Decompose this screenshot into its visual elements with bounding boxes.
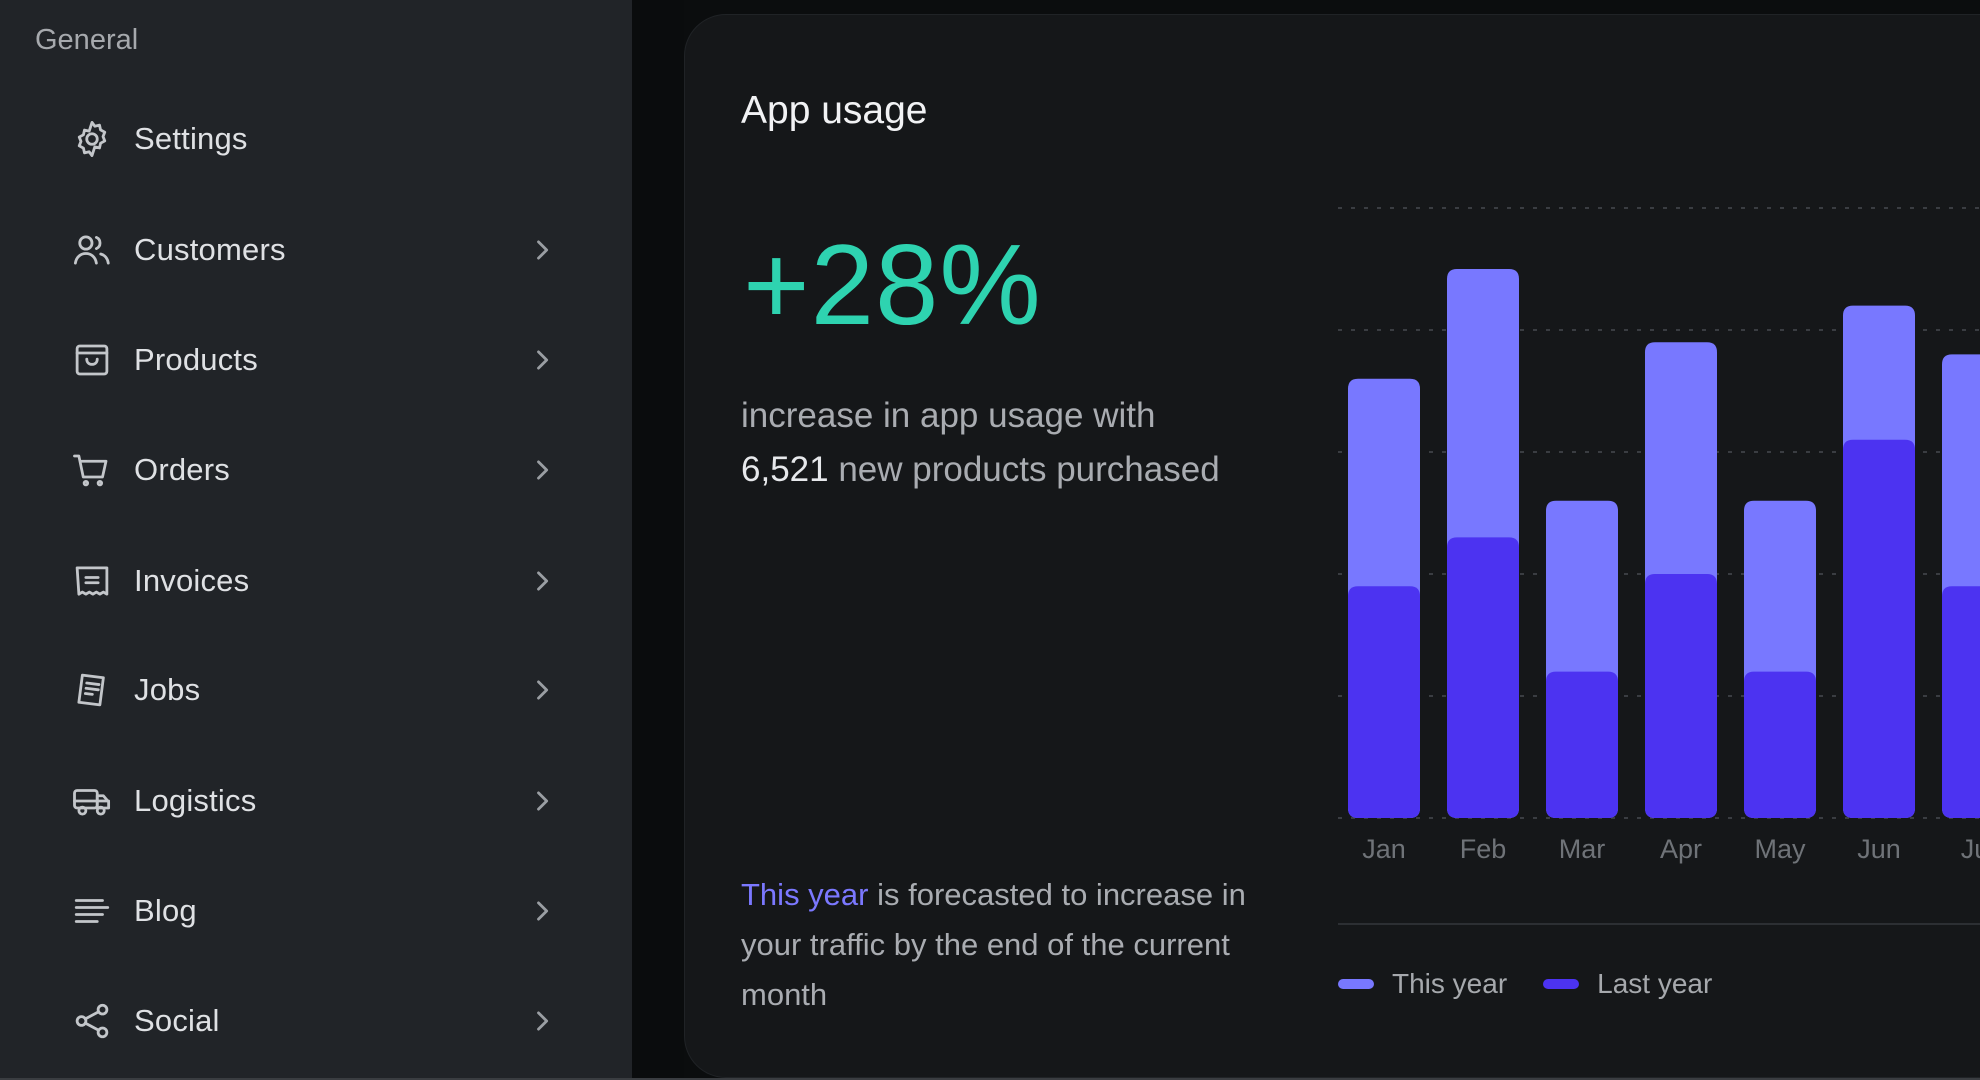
shopping-bag-icon	[70, 338, 114, 382]
usage-description: increase in app usage with 6,521 new pro…	[741, 389, 1321, 497]
bar-last-year-feb[interactable]	[1447, 537, 1519, 818]
sidebar-item-label: Customers	[134, 232, 286, 267]
sidebar-item-jobs[interactable]: Jobs	[0, 645, 632, 735]
forecast-text: This year is forecasted to increase in y…	[741, 870, 1301, 1020]
x-tick-label: May	[1754, 834, 1806, 864]
share-icon	[70, 999, 114, 1043]
sidebar-item-label: Logistics	[134, 783, 257, 818]
chevron-right-icon[interactable]	[528, 456, 556, 484]
products-count: 6,521	[741, 450, 829, 489]
cart-icon	[70, 448, 114, 492]
document-icon	[70, 668, 114, 712]
sidebar: General Settings Customers Products Orders I…	[0, 0, 632, 1080]
forecast-highlight: This year	[741, 877, 869, 912]
chevron-right-icon[interactable]	[528, 346, 556, 374]
chart-legend: This year Last year	[1338, 966, 1748, 1002]
legend-item-last-year[interactable]: Last year	[1543, 968, 1712, 1000]
legend-label: Last year	[1597, 968, 1713, 999]
sidebar-item-label: Blog	[134, 893, 197, 928]
chevron-right-icon[interactable]	[528, 787, 556, 815]
legend-label: This year	[1392, 968, 1508, 999]
bar-last-year-jul[interactable]	[1942, 586, 1980, 818]
legend-item-this-year[interactable]: This year	[1338, 968, 1507, 1000]
sidebar-item-logistics[interactable]: Logistics	[0, 756, 632, 846]
x-tick-label: Feb	[1460, 834, 1507, 864]
x-tick-label: Mar	[1559, 834, 1606, 864]
sidebar-item-label: Products	[134, 342, 258, 377]
sidebar-item-label: Jobs	[134, 672, 201, 707]
legend-swatch	[1543, 979, 1580, 989]
x-tick-label: Jun	[1857, 834, 1901, 864]
chart-svg: Jan Feb Mar Apr May Jun Jul	[1338, 207, 1980, 864]
x-tick-label: Apr	[1660, 834, 1702, 864]
chevron-right-icon[interactable]	[528, 1007, 556, 1035]
legend-swatch	[1338, 979, 1374, 989]
card-title: App usage	[741, 89, 928, 132]
sidebar-item-blog[interactable]: Blog	[0, 866, 632, 956]
sidebar-item-customers[interactable]: Customers	[0, 205, 632, 295]
sidebar-item-orders[interactable]: Orders	[0, 425, 632, 515]
text-lines-icon	[70, 889, 114, 933]
gear-icon	[70, 117, 114, 161]
sidebar-item-social[interactable]: Social	[0, 976, 632, 1066]
usage-increase-stat: +28%	[743, 222, 1042, 349]
chevron-right-icon[interactable]	[528, 236, 556, 264]
users-icon	[70, 228, 114, 272]
x-tick-label: Jan	[1362, 834, 1406, 864]
sidebar-item-products[interactable]: Products	[0, 315, 632, 405]
x-tick-label: Jul	[1961, 834, 1980, 864]
usage-bar-chart: Jan Feb Mar Apr May Jun Jul	[1338, 180, 1980, 920]
sidebar-item-settings[interactable]: Settings	[0, 94, 632, 184]
desc-line2: new products purchased	[828, 450, 1220, 489]
truck-icon	[70, 779, 114, 823]
receipt-icon	[70, 559, 114, 603]
bar-last-year-apr[interactable]	[1645, 574, 1717, 818]
sidebar-item-invoices[interactable]: Invoices	[0, 536, 632, 626]
section-label-general: General	[35, 24, 139, 56]
chevron-right-icon[interactable]	[528, 676, 556, 704]
sidebar-item-label: Orders	[134, 452, 230, 487]
chart-divider	[1338, 923, 1980, 925]
sidebar-item-label: Social	[134, 1003, 220, 1038]
bar-last-year-mar[interactable]	[1546, 671, 1618, 818]
chevron-right-icon[interactable]	[528, 897, 556, 925]
sidebar-item-label: Invoices	[134, 563, 250, 598]
desc-line1: increase in app usage with	[741, 396, 1156, 435]
bar-last-year-jun[interactable]	[1843, 439, 1915, 818]
bar-last-year-jan[interactable]	[1348, 586, 1420, 818]
sidebar-item-label: Settings	[134, 121, 248, 156]
bar-last-year-may[interactable]	[1744, 671, 1816, 818]
chevron-right-icon[interactable]	[528, 567, 556, 595]
gutter	[632, 0, 684, 1080]
